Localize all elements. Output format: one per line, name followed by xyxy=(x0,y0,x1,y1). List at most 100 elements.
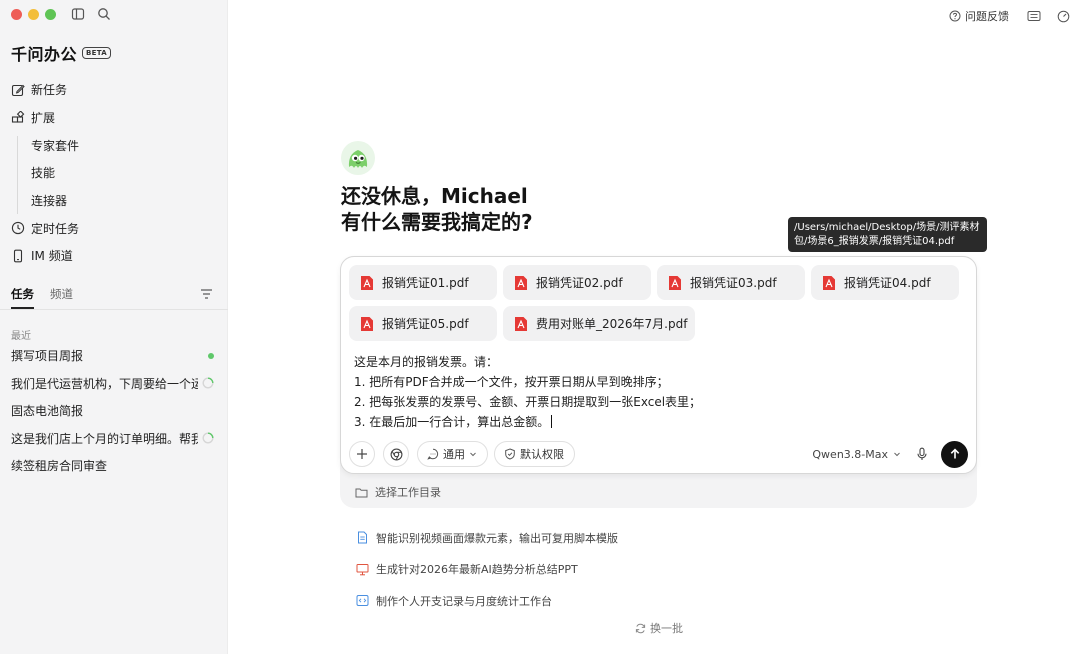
model-label: Qwen3.8-Max xyxy=(812,447,888,461)
prompt-input[interactable]: 这是本月的报销发票。请： 1. 把所有PDF合并成一个文件，按开票日期从早到晚排… xyxy=(354,352,701,432)
greeting-line-2: 有什么需要我搞定的? xyxy=(341,210,533,234)
status-done-icon xyxy=(208,352,214,359)
nav-label: 定时任务 xyxy=(31,221,80,236)
search-icon[interactable] xyxy=(97,7,111,21)
list-item[interactable]: 续签租房合同审查 xyxy=(0,452,228,480)
suggestion-item[interactable]: 生成针对2026年最新AI趋势分析总结PPT xyxy=(356,554,618,586)
list-item[interactable]: 这是我们店上个月的订单明细。帮我 xyxy=(0,425,228,453)
extensions-icon xyxy=(11,110,25,123)
maximize-window-button[interactable] xyxy=(45,9,56,20)
file-path-tooltip: /Users/michael/Desktop/场景/测评素材包/场景6_报销发票… xyxy=(788,217,987,252)
nav-label: 连接器 xyxy=(31,194,68,209)
permission-select[interactable]: 默认权限 xyxy=(494,441,575,467)
attached-file[interactable]: 报销凭证03.pdf xyxy=(657,265,805,300)
pdf-file-icon xyxy=(823,275,835,290)
nav-extensions[interactable]: 扩展 xyxy=(0,104,228,132)
list-item[interactable]: 撰写项目周报 xyxy=(0,342,228,370)
browser-tool-button[interactable] xyxy=(383,441,409,467)
select-workdir-button[interactable]: 选择工作目录 xyxy=(355,484,441,500)
assistant-mascot-icon xyxy=(341,141,375,175)
attached-file[interactable]: 报销凭证04.pdf xyxy=(811,265,959,300)
code-icon xyxy=(356,595,369,607)
tab-channels[interactable]: 频道 xyxy=(50,286,73,308)
feedback-button[interactable]: 问题反馈 xyxy=(949,8,1009,24)
refresh-suggestions-button[interactable]: 换一批 xyxy=(635,620,683,636)
greeting: 还没休息，Michael 有什么需要我搞定的? xyxy=(341,183,533,235)
attached-file[interactable]: 报销凭证01.pdf xyxy=(349,265,497,300)
suggestion-item[interactable]: 制作个人开支记录与月度统计工作台 xyxy=(356,585,618,617)
file-name: 报销凭证03.pdf xyxy=(690,276,777,290)
add-attachment-button[interactable] xyxy=(349,441,375,467)
feedback-label: 问题反馈 xyxy=(965,10,1009,23)
chat-bubble-icon xyxy=(427,448,439,460)
microphone-icon[interactable] xyxy=(915,447,929,461)
list-item[interactable]: 我们是代运营机构，下周要给一个运 xyxy=(0,370,228,398)
file-name: 费用对账单_2026年7月.pdf xyxy=(536,317,688,331)
pdf-file-icon xyxy=(669,275,681,290)
send-button[interactable] xyxy=(941,440,968,468)
task-title: 我们是代运营机构，下周要给一个运 xyxy=(11,376,198,391)
prompt-last-line: 3. 在最后加一行合计，算出总金额。 xyxy=(354,412,701,432)
suggestion-item[interactable]: 智能识别视频画面爆款元素，输出可复用脚本模版 xyxy=(356,522,618,554)
window-controls xyxy=(11,9,56,20)
composer: 报销凭证01.pdf 报销凭证02.pdf 报销凭证03.pdf 报销凭证04.… xyxy=(340,256,977,474)
refresh-icon xyxy=(635,623,646,633)
question-icon xyxy=(949,10,961,22)
clock-icon xyxy=(11,222,25,235)
nav-new-task[interactable]: 新任务 xyxy=(0,76,228,104)
nav-connectors[interactable]: 连接器 xyxy=(0,187,228,215)
pdf-file-icon xyxy=(515,316,527,331)
document-icon xyxy=(358,531,367,544)
tabs-divider xyxy=(0,309,228,310)
chevron-down-icon xyxy=(470,452,476,457)
file-name: 报销凭证05.pdf xyxy=(382,317,469,331)
nav-im-channel[interactable]: IM 频道 xyxy=(0,242,228,270)
tab-tasks[interactable]: 任务 xyxy=(11,286,34,309)
prompt-line: 1. 把所有PDF合并成一个文件，按开票日期从早到晚排序； xyxy=(354,375,669,389)
nav-label: 专家套件 xyxy=(31,138,80,153)
shield-check-icon xyxy=(505,448,515,460)
suggestion-label: 生成针对2026年最新AI趋势分析总结PPT xyxy=(376,563,578,577)
attached-file[interactable]: 费用对账单_2026年7月.pdf xyxy=(503,306,695,341)
folder-icon xyxy=(355,488,368,497)
model-select[interactable]: Qwen3.8-Max xyxy=(812,448,901,461)
sidebar: 千问办公 BETA 新任务 扩展 专家套件 技能 连接器 定时任务 IM 频道 … xyxy=(0,0,228,654)
chrome-icon xyxy=(390,448,402,460)
task-title: 固态电池简报 xyxy=(11,404,84,419)
composer-toolbar: 通用 默认权限 Qwen3.8-Max xyxy=(349,440,968,468)
minimize-window-button[interactable] xyxy=(28,9,39,20)
mode-select[interactable]: 通用 xyxy=(417,441,488,467)
nav-scheduled-tasks[interactable]: 定时任务 xyxy=(0,214,228,242)
text-caret xyxy=(551,415,553,428)
pdf-file-icon xyxy=(361,316,373,331)
close-window-button[interactable] xyxy=(11,9,22,20)
permission-label: 默认权限 xyxy=(520,448,564,461)
workdir-label: 选择工作目录 xyxy=(375,486,441,499)
recent-label: 最近 xyxy=(11,331,31,342)
prompt-line: 3. 在最后加一行合计，算出总金额。 xyxy=(354,415,550,429)
attached-file[interactable]: 报销凭证02.pdf xyxy=(503,265,651,300)
sidebar-toggle-icon[interactable] xyxy=(71,7,85,21)
refresh-label: 换一批 xyxy=(650,622,683,635)
top-toolbar: 问题反馈 xyxy=(949,8,1070,24)
nav-skills[interactable]: 技能 xyxy=(0,159,228,187)
attached-file[interactable]: 报销凭证05.pdf xyxy=(349,306,497,341)
filter-icon[interactable] xyxy=(200,288,213,300)
attached-files: 报销凭证01.pdf 报销凭证02.pdf 报销凭证03.pdf 报销凭证04.… xyxy=(349,265,969,341)
prompt-line: 这是本月的报销发票。请： xyxy=(354,355,499,369)
nav-expert-suite[interactable]: 专家套件 xyxy=(0,131,228,159)
plus-icon xyxy=(357,449,367,459)
beta-badge: BETA xyxy=(82,47,111,59)
file-name: 报销凭证01.pdf xyxy=(382,276,469,290)
mode-label: 通用 xyxy=(443,448,465,461)
file-name: 报销凭证04.pdf xyxy=(844,276,931,290)
edit-icon xyxy=(11,84,25,96)
arrow-up-icon xyxy=(950,448,959,459)
task-title: 撰写项目周报 xyxy=(11,349,84,364)
suggestion-list: 智能识别视频画面爆款元素，输出可复用脚本模版 生成针对2026年最新AI趋势分析… xyxy=(356,522,618,617)
brand: 千问办公 BETA xyxy=(11,41,111,65)
gauge-icon[interactable] xyxy=(1057,10,1070,23)
keyboard-icon[interactable] xyxy=(1027,10,1041,22)
prompt-line: 2. 把每张发票的发票号、金额、开票日期提取到一张Excel表里； xyxy=(354,395,702,409)
list-item[interactable]: 固态电池简报 xyxy=(0,397,228,425)
